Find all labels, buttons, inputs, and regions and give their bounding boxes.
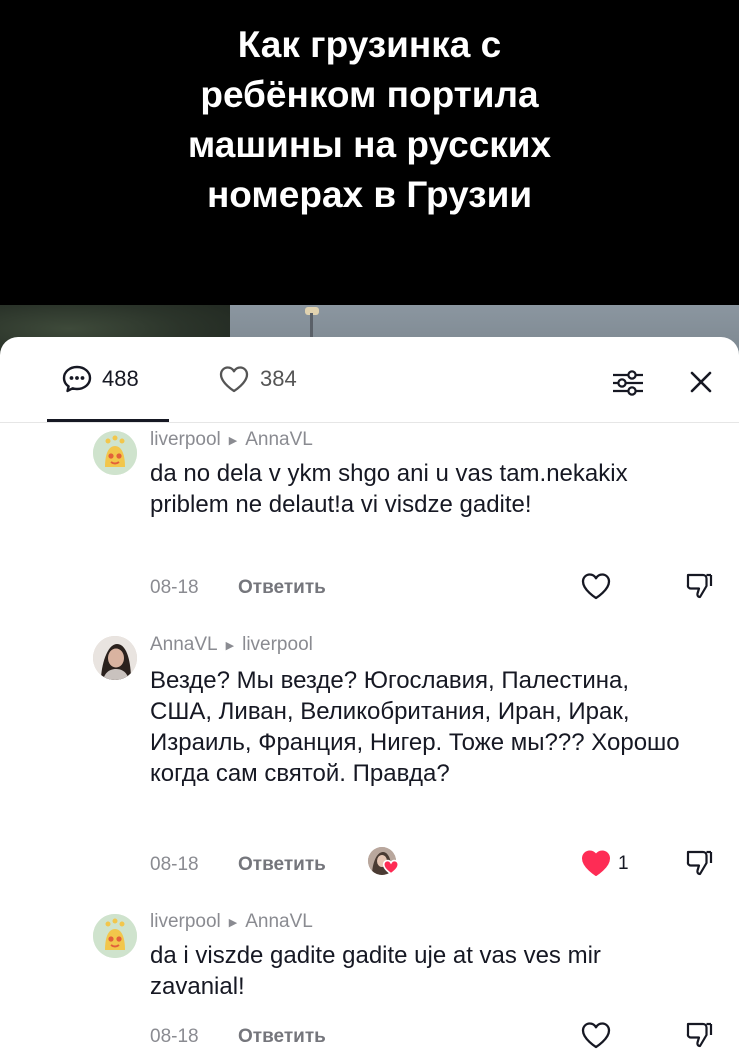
- comment-reply-to[interactable]: liverpool: [242, 634, 313, 656]
- alien-avatar-icon: [93, 914, 137, 958]
- tab-comments-count: 488: [102, 366, 139, 391]
- comment-date: 08-18: [150, 854, 199, 875]
- comment-footer: 08-18 Ответить: [150, 573, 720, 603]
- heart-filled-icon: [382, 859, 400, 881]
- video-title: Как грузинка с ребёнком портила машины н…: [0, 0, 739, 305]
- tab-comments[interactable]: 488: [62, 365, 139, 393]
- reply-button[interactable]: Ответить: [238, 1026, 326, 1048]
- reply-arrow-icon: ▶: [228, 916, 238, 929]
- comment-footer: 08-18 Ответить: [150, 847, 720, 880]
- reply-arrow-icon: ▶: [225, 639, 235, 652]
- video-title-line: ребёнком портила: [200, 74, 539, 115]
- close-icon: [686, 371, 716, 401]
- comment-meta: liverpool ▶ AnnaVL: [150, 429, 313, 451]
- comment-date: 08-18: [150, 1026, 199, 1047]
- active-tab-indicator: [47, 419, 169, 422]
- comment-reply-to[interactable]: AnnaVL: [245, 911, 313, 933]
- tab-likes-count: 384: [260, 366, 297, 391]
- creator-liked-badge: [368, 847, 402, 879]
- video-title-line: машины на русских: [187, 124, 552, 165]
- avatar[interactable]: [93, 914, 137, 958]
- comment-item: AnnaVL ▶ liverpool Везде? Мы везде? Югос…: [0, 631, 739, 901]
- like-button[interactable]: [580, 848, 612, 884]
- comment-footer: 08-18 Ответить: [150, 1022, 720, 1052]
- dislike-button[interactable]: [684, 848, 714, 884]
- video-title-line: номерах в Грузии: [206, 174, 533, 215]
- like-count: 1: [618, 853, 629, 874]
- heart-filled-icon: [582, 850, 610, 876]
- user-photo-avatar-icon: [93, 636, 137, 680]
- comments-sheet-header: 488 384: [0, 337, 739, 423]
- comments-sheet: 488 384 liverpool ▶ AnnaVL da no dela v …: [0, 337, 739, 1056]
- heart-outline-icon: [581, 1022, 611, 1049]
- dislike-button[interactable]: [684, 1020, 714, 1056]
- comment-text: Везде? Мы везде? Югославия, Палестина, С…: [150, 667, 680, 787]
- avatar[interactable]: [93, 636, 137, 680]
- close-button[interactable]: [686, 367, 716, 397]
- thumbs-down-icon: [686, 573, 713, 599]
- reply-button[interactable]: Ответить: [238, 577, 326, 599]
- heart-outline-icon: [581, 573, 611, 600]
- thumbs-down-icon: [686, 1022, 713, 1048]
- heart-outline-icon: [218, 365, 250, 393]
- comment-meta: AnnaVL ▶ liverpool: [150, 634, 313, 656]
- comment-date: 08-18: [150, 577, 199, 598]
- comment-bubble-icon: [62, 365, 92, 393]
- like-button[interactable]: [580, 571, 612, 607]
- comment-author[interactable]: liverpool: [150, 911, 221, 933]
- reply-arrow-icon: ▶: [228, 434, 238, 447]
- tab-likes[interactable]: 384: [218, 365, 297, 393]
- comment-author[interactable]: AnnaVL: [150, 634, 218, 656]
- dislike-button[interactable]: [684, 571, 714, 607]
- comment-author[interactable]: liverpool: [150, 429, 221, 451]
- comment-item: liverpool ▶ AnnaVL da i viszde gadite ga…: [0, 907, 739, 1056]
- comment-meta: liverpool ▶ AnnaVL: [150, 911, 313, 933]
- comment-text: da i viszde gadite gadite uje at vas ves…: [150, 942, 601, 1000]
- comment-reply-to[interactable]: AnnaVL: [245, 429, 313, 451]
- comment-item: liverpool ▶ AnnaVL da no dela v ykm shgo…: [0, 424, 739, 614]
- filter-button[interactable]: [610, 367, 646, 397]
- comment-text: da no dela v ykm shgo ani u vas tam.neka…: [150, 460, 628, 518]
- video-title-line: Как грузинка с: [237, 24, 502, 65]
- sliders-icon: [610, 370, 646, 401]
- alien-avatar-icon: [93, 431, 137, 475]
- like-button[interactable]: [580, 1020, 612, 1056]
- avatar[interactable]: [93, 431, 137, 475]
- reply-button[interactable]: Ответить: [238, 854, 326, 876]
- thumbs-down-icon: [686, 850, 713, 876]
